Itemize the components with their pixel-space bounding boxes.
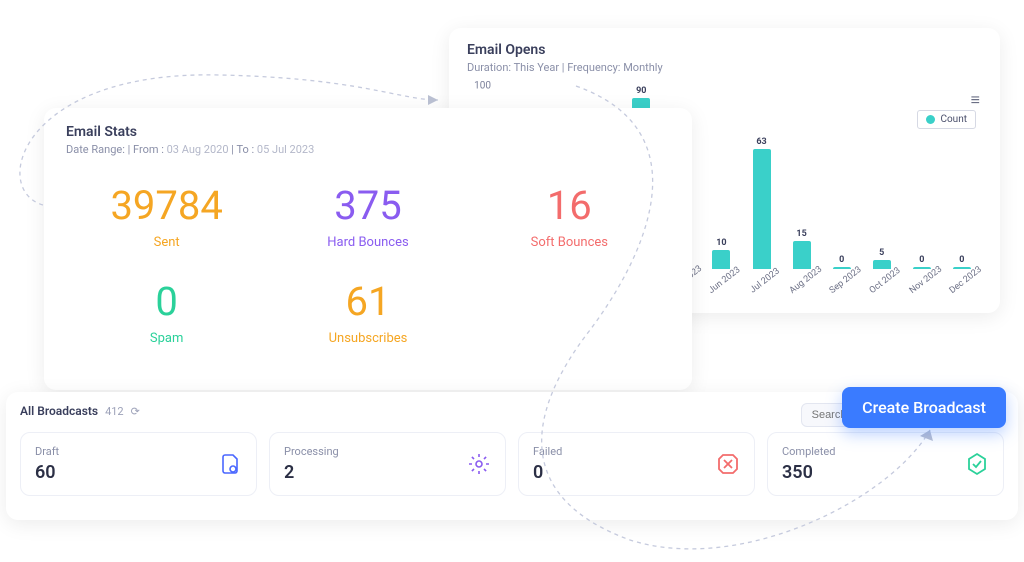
range-from: 03 Aug 2020 [167, 143, 229, 156]
failed-icon [716, 452, 740, 476]
tile-label: Completed [782, 445, 835, 458]
stat-hard-bounces: 375 Hard Bounces [267, 182, 468, 250]
stat-spam: 0 Spam [66, 278, 267, 346]
tile-number: 2 [284, 462, 339, 483]
stat-number: 16 [469, 182, 670, 229]
status-tile-draft[interactable]: Draft 60 [20, 432, 257, 496]
stat-sent: 39784 Sent [66, 182, 267, 250]
range-to: 05 Jul 2023 [257, 143, 314, 156]
bar-value-label: 0 [919, 255, 924, 265]
stats-date-range: Date Range: | From : 03 Aug 2020 | To : … [66, 143, 670, 156]
bar-column: 63 [744, 137, 780, 269]
completed-icon [965, 452, 989, 476]
broadcasts-title: All Broadcasts [20, 404, 98, 418]
x-tick-label: Jun 2023 [707, 266, 749, 306]
stats-grid: 39784 Sent375 Hard Bounces16 Soft Bounces 0 S… [66, 182, 670, 346]
stat-label: Soft Bounces [469, 235, 670, 250]
tile-number: 350 [782, 462, 835, 483]
refresh-icon[interactable]: ⟳ [131, 405, 140, 418]
range-prefix: Date Range: | From : [66, 143, 167, 156]
bar-value-label: 10 [716, 238, 726, 248]
bar-column: 10 [703, 238, 739, 269]
status-row: Draft 60 Processing 2 Failed 0 Completed 350 [20, 432, 1004, 496]
stat-label: Spam [66, 331, 267, 346]
tile-number: 0 [533, 462, 562, 483]
range-to-prefix: | To : [229, 143, 257, 156]
bar-column: 15 [784, 229, 820, 270]
stat-label: Unsubscribes [267, 331, 468, 346]
tile-label: Draft [35, 445, 59, 458]
bar-rect [793, 241, 811, 270]
y-tick: 100 [474, 81, 491, 92]
stat-number: 0 [66, 278, 267, 325]
bar-rect [753, 149, 771, 269]
create-broadcast-button[interactable]: Create Broadcast [842, 387, 1006, 428]
x-tick-label: Nov 2023 [908, 266, 950, 306]
bar-value-label: 0 [839, 255, 844, 265]
stat-number: 61 [267, 278, 468, 325]
x-tick-label: Oct 2023 [868, 266, 910, 306]
status-tile-processing[interactable]: Processing 2 [269, 432, 506, 496]
opens-title: Email Opens [467, 42, 982, 58]
email-stats-card: Email Stats Date Range: | From : 03 Aug … [44, 108, 692, 390]
bar-value-label: 5 [879, 248, 884, 258]
stat-label: Sent [66, 235, 267, 250]
bar-value-label: 90 [636, 86, 646, 96]
stat-number: 39784 [66, 182, 267, 229]
stat-number: 375 [267, 182, 468, 229]
status-tile-completed[interactable]: Completed 350 [767, 432, 1004, 496]
status-tile-failed[interactable]: Failed 0 [518, 432, 755, 496]
bar-value-label: 0 [959, 255, 964, 265]
stat-label: Hard Bounces [267, 235, 468, 250]
draft-icon [218, 452, 242, 476]
bar-value-label: 63 [756, 137, 766, 147]
x-tick-label: Aug 2023 [787, 266, 829, 306]
broadcasts-count: 412 [105, 405, 124, 418]
stats-title: Email Stats [66, 124, 670, 140]
processing-icon [467, 452, 491, 476]
bar-value-label: 15 [796, 229, 806, 239]
bar-rect [712, 250, 730, 269]
x-tick-label: Sep 2023 [827, 266, 869, 306]
tile-label: Processing [284, 445, 339, 458]
opens-subtitle: Duration: This Year | Frequency: Monthly [467, 61, 982, 74]
stat-unsubscribes: 61 Unsubscribes [267, 278, 468, 346]
tile-number: 60 [35, 462, 59, 483]
tile-label: Failed [533, 445, 562, 458]
x-tick-label: Dec 2023 [948, 266, 990, 306]
x-tick-label: Jul 2023 [747, 266, 789, 306]
stat-soft-bounces: 16 Soft Bounces [469, 182, 670, 250]
bar-rect [873, 260, 891, 270]
